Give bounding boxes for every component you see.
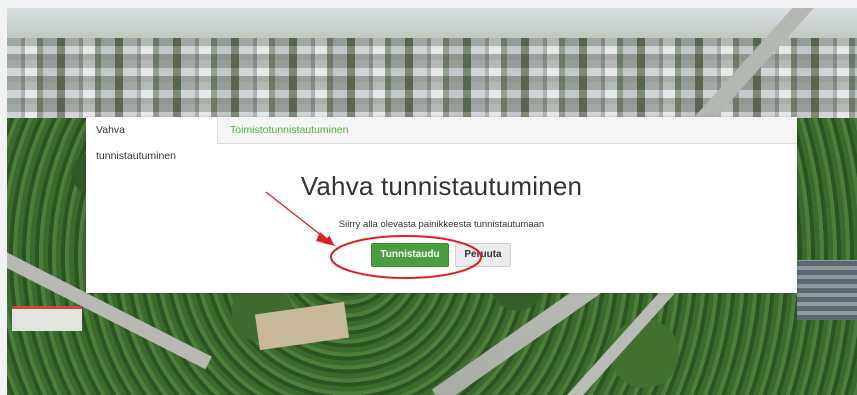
tab-toimistotunnistautuminen[interactable]: Toimistotunnistautuminen [220,117,358,143]
page-title: Vahva tunnistautuminen [300,171,583,201]
login-panel: Vahva tunnistautuminen Toimistotunnistau… [86,117,797,293]
tab-vahva-tunnistautuminen[interactable]: Vahva tunnistautuminen [86,117,218,162]
background-gas-station [12,306,82,331]
tab-bar: Vahva tunnistautuminen Toimistotunnistau… [86,117,797,162]
instruction-text: Siirry alla olevasta painikkeesta tunnis… [338,219,545,230]
background-office-building [797,260,857,320]
cancel-button[interactable]: Peruuta [455,243,511,267]
authenticate-button[interactable]: Tunnistaudu [371,243,449,267]
